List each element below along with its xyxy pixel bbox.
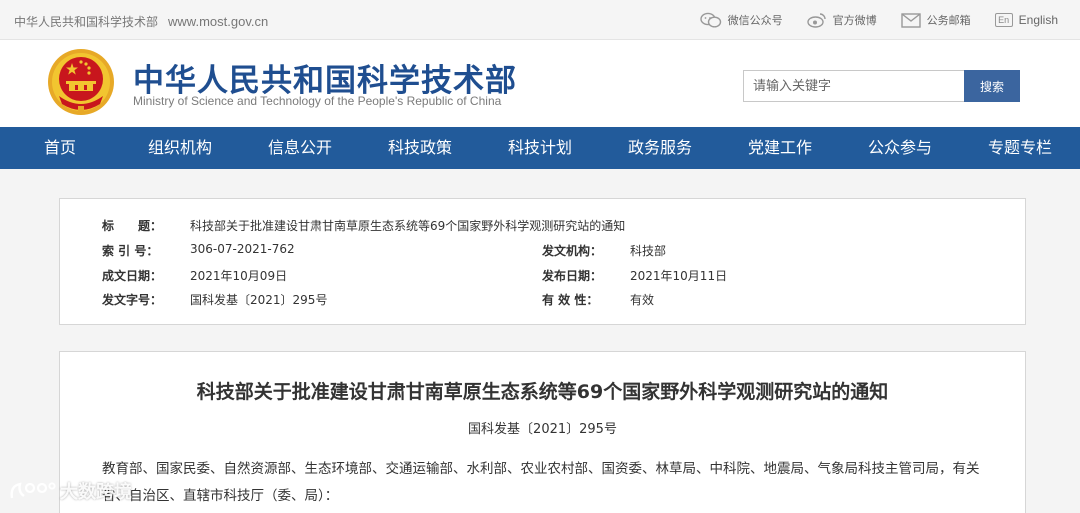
weibo-link[interactable]: 官方微博 bbox=[806, 12, 877, 28]
nav-item-party[interactable]: 党建工作 bbox=[720, 127, 840, 169]
weibo-icon bbox=[806, 13, 826, 28]
national-emblem-icon[interactable] bbox=[45, 46, 117, 120]
article-title: 科技部关于批准建设甘肃甘南草原生态系统等69个国家野外科学观测研究站的通知 bbox=[196, 381, 889, 403]
document-metadata-box: 标 题： 科技部关于批准建设甘肃甘南草原生态系统等69个国家野外科学观测研究站的… bbox=[59, 198, 1026, 325]
wechat-link[interactable]: 微信公众号 bbox=[699, 12, 783, 28]
watermark-logo-icon bbox=[10, 482, 56, 499]
meta-written-date-label: 成文日期： bbox=[102, 269, 163, 283]
mail-label: 公务邮箱 bbox=[926, 14, 971, 27]
site-url[interactable]: www.most.gov.cn bbox=[168, 14, 268, 29]
site-name: 中华人民共和国科学技术部 bbox=[14, 15, 159, 29]
meta-validity-label: 有 效 性： bbox=[542, 293, 599, 307]
mail-link[interactable]: 公务邮箱 bbox=[900, 12, 971, 28]
meta-issuer-value: 科技部 bbox=[630, 244, 667, 258]
search-input[interactable] bbox=[743, 70, 965, 102]
meta-issuer-label: 发文机构： bbox=[542, 244, 603, 258]
top-links: 微信公众号 官方微博 公务邮箱 En English bbox=[699, 12, 1058, 28]
article-panel: 科技部关于批准建设甘肃甘南草原生态系统等69个国家野外科学观测研究站的通知 国科… bbox=[59, 351, 1026, 513]
meta-written-date-value: 2021年10月09日 bbox=[190, 269, 288, 283]
english-link[interactable]: En English bbox=[994, 12, 1058, 28]
site-header: 中华人民共和国科学技术部 Ministry of Science and Tec… bbox=[0, 40, 1080, 127]
meta-published-date-label: 发布日期： bbox=[542, 269, 603, 283]
wechat-label: 微信公众号 bbox=[727, 14, 783, 27]
site-identity: 中华人民共和国科学技术部 www.most.gov.cn bbox=[14, 13, 268, 30]
english-label: English bbox=[1018, 13, 1058, 27]
article-body: 教育部、国家民委、自然资源部、生态环境部、交通运输部、水利部、农业农村部、国资委… bbox=[102, 461, 980, 504]
article-doc-number: 国科发基〔2021〕295号 bbox=[468, 422, 617, 437]
nav-item-topics[interactable]: 专题专栏 bbox=[960, 127, 1080, 169]
nav-item-disclosure[interactable]: 信息公开 bbox=[240, 127, 360, 169]
watermark-text: 大数跨境 bbox=[60, 482, 132, 503]
nav-item-public[interactable]: 公众参与 bbox=[840, 127, 960, 169]
meta-title-value: 科技部关于批准建设甘肃甘南草原生态系统等69个国家野外科学观测研究站的通知 bbox=[190, 219, 626, 233]
meta-docno-label: 发文字号： bbox=[102, 293, 163, 307]
search-button[interactable]: 搜索 bbox=[964, 70, 1020, 102]
meta-validity-value: 有效 bbox=[630, 293, 655, 307]
nav-item-programs[interactable]: 科技计划 bbox=[480, 127, 600, 169]
weibo-label: 官方微博 bbox=[832, 14, 877, 27]
main-nav: 首页 组织机构 信息公开 科技政策 科技计划 政务服务 党建工作 公众参与 专题… bbox=[0, 127, 1080, 169]
wechat-icon bbox=[699, 12, 721, 28]
nav-item-organization[interactable]: 组织机构 bbox=[120, 127, 240, 169]
meta-published-date-value: 2021年10月11日 bbox=[630, 269, 728, 283]
meta-index-value: 306-07-2021-762 bbox=[190, 242, 295, 256]
watermark: 大数跨境 bbox=[8, 478, 132, 504]
mail-icon bbox=[900, 12, 921, 28]
nav-item-services[interactable]: 政务服务 bbox=[600, 127, 720, 169]
meta-docno-value: 国科发基〔2021〕295号 bbox=[190, 293, 328, 307]
ministry-title-en: Ministry of Science and Technology of th… bbox=[133, 94, 502, 108]
meta-index-label: 索 引 号： bbox=[102, 244, 159, 258]
meta-title-label: 标 题： bbox=[102, 219, 163, 233]
top-utility-bar: 中华人民共和国科学技术部 www.most.gov.cn 微信公众号 官方微博 bbox=[0, 0, 1080, 40]
nav-item-home[interactable]: 首页 bbox=[0, 127, 120, 169]
nav-item-policy[interactable]: 科技政策 bbox=[360, 127, 480, 169]
page-content: 标 题： 科技部关于批准建设甘肃甘南草原生态系统等69个国家野外科学观测研究站的… bbox=[0, 169, 1080, 513]
en-icon: En bbox=[994, 13, 1013, 27]
